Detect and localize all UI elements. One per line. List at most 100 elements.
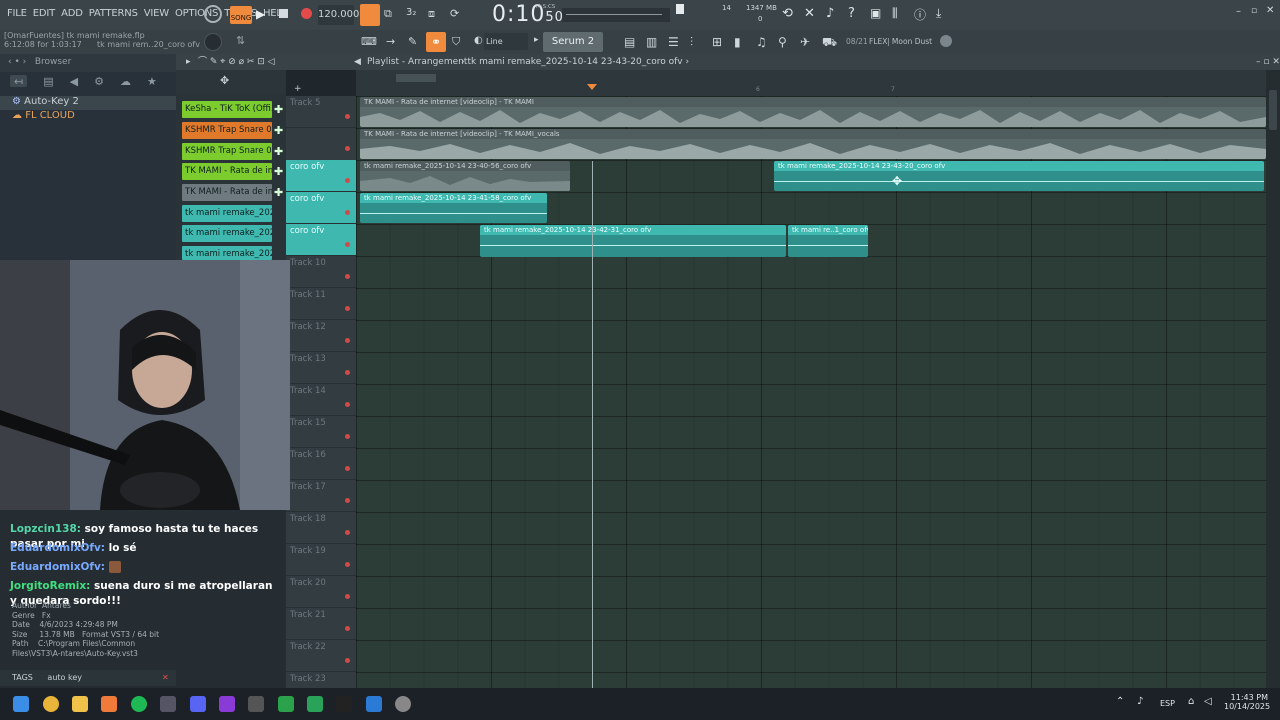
playlist-back-icon[interactable]: ◀ <box>354 54 361 70</box>
track-header[interactable]: coro ofv <box>286 160 356 192</box>
step-edit-icon[interactable]: ⧈ <box>428 7 435 21</box>
minimize-icon[interactable]: – <box>1236 6 1241 17</box>
channel-add-icon[interactable]: ✚ <box>274 184 284 201</box>
track-mute-icon[interactable] <box>345 242 350 247</box>
browser-cloud-icon[interactable]: ☁ <box>120 75 131 88</box>
track-mute-icon[interactable] <box>345 370 350 375</box>
audio-clip[interactable]: tk mami remake_2025-10-14 23-40-56_coro … <box>360 161 570 191</box>
track-mute-icon[interactable] <box>345 146 350 151</box>
track-header[interactable]: Track 20 <box>286 576 356 608</box>
playlist-grid[interactable]: TK MAMI - Rata de internet [videoclip] -… <box>356 96 1266 688</box>
magnet-icon[interactable]: ◐ <box>474 35 483 46</box>
menu-patterns[interactable]: PATTERNS <box>86 8 141 19</box>
track-header[interactable]: Track 15 <box>286 416 356 448</box>
link-icon[interactable]: ⚭ <box>426 32 446 52</box>
track-mute-icon[interactable] <box>345 338 350 343</box>
channel-8[interactable]: tk mami remake_2025-1... <box>182 246 272 260</box>
play-icon[interactable]: ▶ <box>256 7 265 21</box>
track-header[interactable]: Track 13 <box>286 352 356 384</box>
track-header[interactable]: Track 19 <box>286 544 356 576</box>
steam-icon[interactable] <box>160 696 176 712</box>
mixer-icon[interactable]: ⫼ <box>892 6 898 21</box>
move-icon[interactable]: ✥ <box>220 74 229 87</box>
current-plugin-display[interactable]: Serum 2 <box>543 32 603 52</box>
browser-star-icon[interactable]: ★ <box>147 75 157 88</box>
channel-3[interactable]: KSHMR Trap Snare 06... <box>182 143 272 160</box>
song-mode-button[interactable]: SONG <box>230 6 252 24</box>
track-header[interactable]: Vocals <box>286 128 356 173</box>
track-mute-icon[interactable] <box>345 434 350 439</box>
add-track-icon[interactable]: + <box>294 84 302 94</box>
master-volume-slider[interactable] <box>562 8 670 22</box>
track-header[interactable]: Track 10 <box>286 256 356 288</box>
stamp-icon[interactable]: ⛉ <box>452 35 460 49</box>
maximize-icon[interactable]: ▫ <box>1251 6 1257 16</box>
volume-icon[interactable]: ◁ <box>1204 696 1212 707</box>
record-icon[interactable] <box>301 8 312 19</box>
canva-icon[interactable] <box>219 696 235 712</box>
tags-value[interactable]: auto key <box>35 673 82 682</box>
obs-icon[interactable] <box>395 696 411 712</box>
track-mute-icon[interactable] <box>345 306 350 311</box>
browser-gear-icon[interactable]: ⚙ <box>94 75 104 88</box>
tiktok-icon[interactable] <box>336 696 352 712</box>
audio-clip[interactable]: tk mami remake_2025-10-14 23-41-58_coro … <box>360 193 547 223</box>
audio-clip[interactable]: tk mami remake_2025-10-14 23-43-20_coro … <box>774 161 1264 191</box>
track-mute-icon[interactable] <box>345 466 350 471</box>
tray-chevron-icon[interactable]: ⌃ <box>1116 696 1124 707</box>
track-mute-icon[interactable] <box>345 274 350 279</box>
browser-back-icon[interactable]: ↤ <box>10 75 28 88</box>
track-header[interactable]: Track 14 <box>286 384 356 416</box>
channel-4[interactable]: TK MAMI - Rata de in... <box>182 163 272 180</box>
menu-edit[interactable]: EDIT <box>30 8 58 19</box>
chrome-icon[interactable] <box>43 696 59 712</box>
audio-clip[interactable]: TK MAMI - Rata de internet [videoclip] -… <box>360 97 1266 127</box>
playhead-marker-icon[interactable] <box>587 84 597 90</box>
track-header[interactable]: Track 5 <box>286 96 356 128</box>
channel-add-icon[interactable]: ✚ <box>274 143 284 160</box>
file-explorer-icon[interactable] <box>72 696 88 712</box>
plugin-database-icon[interactable]: ⚲ <box>778 35 787 49</box>
pattern-song-toggle-icon[interactable] <box>204 5 222 23</box>
countdown-icon[interactable]: 3₂ <box>406 7 416 18</box>
fl-studio-icon[interactable] <box>101 696 117 712</box>
plugin-picker-icon[interactable]: ▮ <box>734 35 741 49</box>
sync-icon[interactable]: ⟲ <box>782 6 793 21</box>
track-header[interactable]: coro ofv <box>286 224 356 256</box>
browser-icon[interactable]: ⊞ <box>712 35 722 49</box>
track-header[interactable]: Track 18 <box>286 512 356 544</box>
channel-7[interactable]: tk mami remake_2025-1... <box>182 225 272 242</box>
download-icon[interactable]: ⤓ <box>936 6 941 21</box>
track-header[interactable]: Track 16 <box>286 448 356 480</box>
discord-icon[interactable] <box>190 696 206 712</box>
playlist-arrow-icon[interactable]: ▸ <box>186 54 191 70</box>
track-mute-icon[interactable] <box>345 178 350 183</box>
playlist-window-controls[interactable]: – ▫ ✕ <box>1256 54 1280 70</box>
tempo-display[interactable]: 120.000 <box>318 5 359 25</box>
track-header[interactable]: Track 17 <box>286 480 356 512</box>
wait-record-icon[interactable]: ⧉ <box>384 7 392 21</box>
audio-clip[interactable]: tk mami remake_2025-10-14 23-42-31_coro … <box>480 225 786 257</box>
pencil-tool-icon[interactable]: ✎ <box>408 35 417 48</box>
pitch-slider-icon[interactable]: ⇅ <box>236 34 245 47</box>
track-header[interactable]: Track 22 <box>286 640 356 672</box>
channel-add-icon[interactable]: ✚ <box>274 122 284 139</box>
cart-icon[interactable]: ⛟ <box>822 35 837 51</box>
channel-6[interactable]: tk mami remake_2025-1... <box>182 205 272 222</box>
help-icon[interactable]: ? <box>848 6 855 21</box>
browser-item-auto-key[interactable]: ⚙ Auto-Key 2 <box>0 96 176 110</box>
system-clock[interactable]: 11:43 PM 10/14/2025 <box>1224 693 1270 711</box>
track-mute-icon[interactable] <box>345 530 350 535</box>
timeline-ruler[interactable]: 6 7 <box>356 70 1266 96</box>
track-mute-icon[interactable] <box>345 594 350 599</box>
script-icon[interactable]: ✈ <box>800 35 810 49</box>
track-header[interactable]: Track 21 <box>286 608 356 640</box>
loop-record-icon[interactable]: ⟳ <box>450 7 459 20</box>
network-icon[interactable]: ⌂ <box>1188 696 1194 707</box>
spotify-icon[interactable] <box>131 696 147 712</box>
playlist-pattern-selector[interactable]: › tk mami remake_2025-10-14 23-43-20_cor… <box>461 54 689 70</box>
arrow-tool-icon[interactable]: → <box>386 35 395 48</box>
channel-add-icon[interactable]: ✚ <box>274 163 284 180</box>
channel-add-icon[interactable]: ✚ <box>274 101 284 118</box>
metronome-icon[interactable] <box>360 4 380 26</box>
